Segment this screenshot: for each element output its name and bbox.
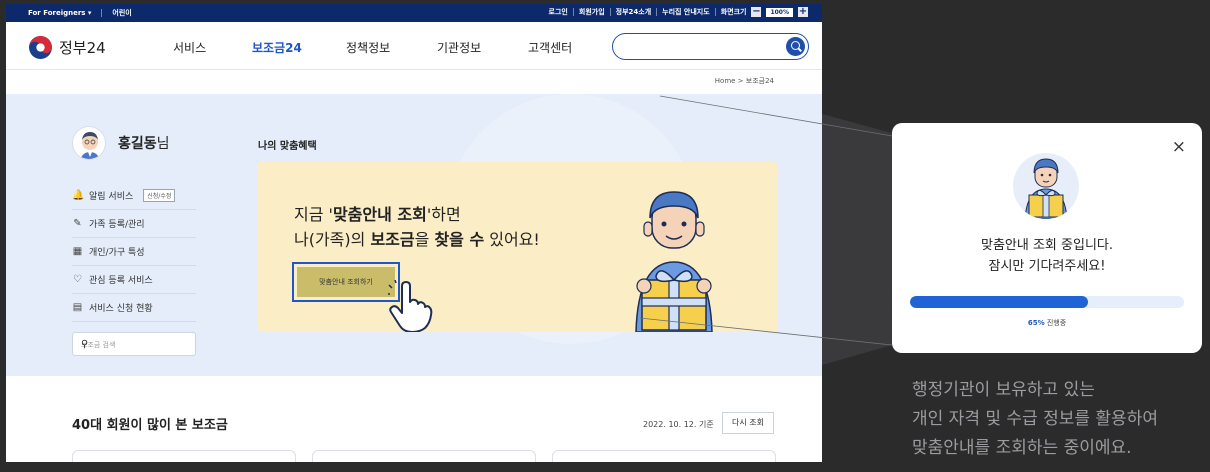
caption-line2: 개인 자격 및 수급 정보를 활용하여 — [912, 409, 1158, 429]
cta-label: 맞춤안내 조회하기 — [297, 267, 395, 297]
character-with-gift-icon — [635, 191, 713, 332]
popup-message: 맞춤안내 조회 중입니다. 잠시만 기다려주세요! — [892, 235, 1202, 277]
caption: 행정기관이 보유하고 있는 개인 자격 및 수급 정보를 활용하여 맞춤안내를 … — [912, 376, 1158, 463]
document-icon: ▤ — [72, 302, 83, 313]
side-item-label: 서비스 신청 현황 — [89, 304, 153, 314]
pointer-hand-icon — [388, 280, 433, 332]
search-icon[interactable]: ⚲ — [81, 339, 187, 350]
nav-agency-info[interactable]: 기관정보 — [437, 39, 481, 56]
kids-link[interactable]: 어린이 — [112, 8, 131, 18]
reload-button[interactable]: 다시 조회 — [722, 412, 774, 434]
nav-subsidy24[interactable]: 보조금24 — [252, 39, 302, 56]
side-item-interest-service[interactable]: ♡ 관심 등록 서비스 — [72, 266, 196, 294]
character-gift-icon — [1024, 158, 1068, 219]
browser-page: For Foreigners ▾ 어린이 로그인 회원가입 정부24소개 누리집… — [6, 4, 822, 462]
divider — [656, 8, 658, 16]
subsidy-search-field[interactable]: 보조금 검색 ⚲ — [72, 332, 196, 356]
side-menu: 🔔 알림 서비스 신청/수정 ✎ 가족 등록/관리 ▦ 개인/가구 특성 ♡ 관… — [72, 182, 196, 322]
for-foreigners-link[interactable]: For Foreigners ▾ — [28, 9, 91, 17]
font-size-label: 화면크기 — [720, 8, 747, 16]
taegeuk-logo-icon — [29, 36, 52, 59]
divider — [572, 8, 574, 16]
progress-fill — [910, 296, 1089, 308]
progress-bar — [910, 296, 1184, 308]
side-item-application-status[interactable]: ▤ 서비스 신청 현황 — [72, 294, 196, 322]
custom-inquiry-button[interactable]: 맞춤안내 조회하기 — [292, 262, 400, 302]
heart-icon: ♡ — [73, 274, 82, 285]
user-avatar-icon — [80, 132, 100, 159]
subsidy-card[interactable] — [552, 450, 776, 462]
benefit-banner: 지금 '맞춤안내 조회'하면 나(가족)의 보조금을 찾을 수 있어요! 맞춤안… — [258, 162, 778, 332]
nav-service[interactable]: 서비스 — [173, 39, 206, 56]
font-increase-button[interactable]: + — [798, 7, 808, 17]
calendar-icon: ▦ — [72, 246, 83, 257]
nav-customer-center[interactable]: 고객센터 — [528, 39, 572, 56]
side-item-label: 알림 서비스 — [89, 192, 134, 202]
loading-popup: × 맞춤안내 조회 중입니다. 잠시만 기다려주세요! 65% 진행중 — [892, 123, 1202, 353]
popup-character — [1013, 153, 1079, 219]
about-link[interactable]: 정부24소개 — [616, 7, 652, 17]
subsidy-card[interactable] — [312, 450, 536, 462]
user-name: 홍길동님 — [118, 136, 170, 152]
progress-label: 65% 진행중 — [1027, 319, 1067, 327]
banner-text: 지금 '맞춤안내 조회'하면 나(가족)의 보조금을 찾을 수 있어요! — [294, 205, 540, 249]
popular-subsidy-title: 40대 회원이 많이 본 보조금 — [72, 418, 228, 433]
search-input[interactable] — [612, 33, 809, 60]
side-item-label: 관심 등록 서비스 — [89, 276, 153, 286]
utility-bar: For Foreigners ▾ 어린이 로그인 회원가입 정부24소개 누리집… — [6, 4, 822, 22]
logo-text: 정부24 — [59, 39, 106, 57]
benefit-title: 나의 맞춤혜택 — [258, 141, 317, 152]
subsidy-card[interactable] — [72, 450, 296, 462]
divider — [714, 8, 716, 16]
divider — [101, 9, 103, 17]
popup-message-line2: 잠시만 기다려주세요! — [988, 259, 1106, 274]
avatar — [72, 126, 106, 160]
popular-date: 2022. 10. 12. 기준 — [643, 420, 714, 429]
edit-icon: ✎ — [73, 218, 82, 229]
bell-icon: 🔔 — [72, 190, 85, 201]
popup-message-line1: 맞춤안내 조회 중입니다. — [981, 238, 1113, 253]
side-item-household-traits[interactable]: ▦ 개인/가구 특성 — [72, 238, 196, 266]
sitemap-link[interactable]: 누리집 안내지도 — [662, 7, 710, 17]
login-link[interactable]: 로그인 — [549, 7, 568, 17]
breadcrumb: Home > 보조금24 — [714, 77, 774, 85]
font-size-value: 100% — [766, 7, 793, 17]
signup-link[interactable]: 회원가입 — [579, 7, 605, 17]
font-decrease-button[interactable]: − — [751, 7, 762, 17]
side-item-label: 가족 등록/관리 — [89, 220, 145, 230]
search-icon[interactable] — [786, 37, 805, 56]
apply-edit-button[interactable]: 신청/수정 — [143, 189, 176, 202]
caption-line1: 행정기관이 보유하고 있는 — [912, 380, 1095, 400]
side-item-alert-service[interactable]: 🔔 알림 서비스 신청/수정 — [72, 182, 196, 210]
close-icon[interactable]: × — [1172, 137, 1186, 157]
user-profile: 홍길동님 — [72, 126, 170, 160]
side-item-family-register[interactable]: ✎ 가족 등록/관리 — [72, 210, 196, 238]
side-item-label: 개인/가구 특성 — [89, 248, 145, 258]
site-logo[interactable]: 정부24 — [28, 35, 106, 60]
divider — [609, 8, 611, 16]
caption-line3: 맞춤안내를 조회하는 중이에요. — [912, 438, 1132, 458]
nav-policy-info[interactable]: 정책정보 — [346, 39, 390, 56]
main-navigation: 정부24 서비스 보조금24 정책정보 기관정보 고객센터 — [6, 22, 822, 70]
